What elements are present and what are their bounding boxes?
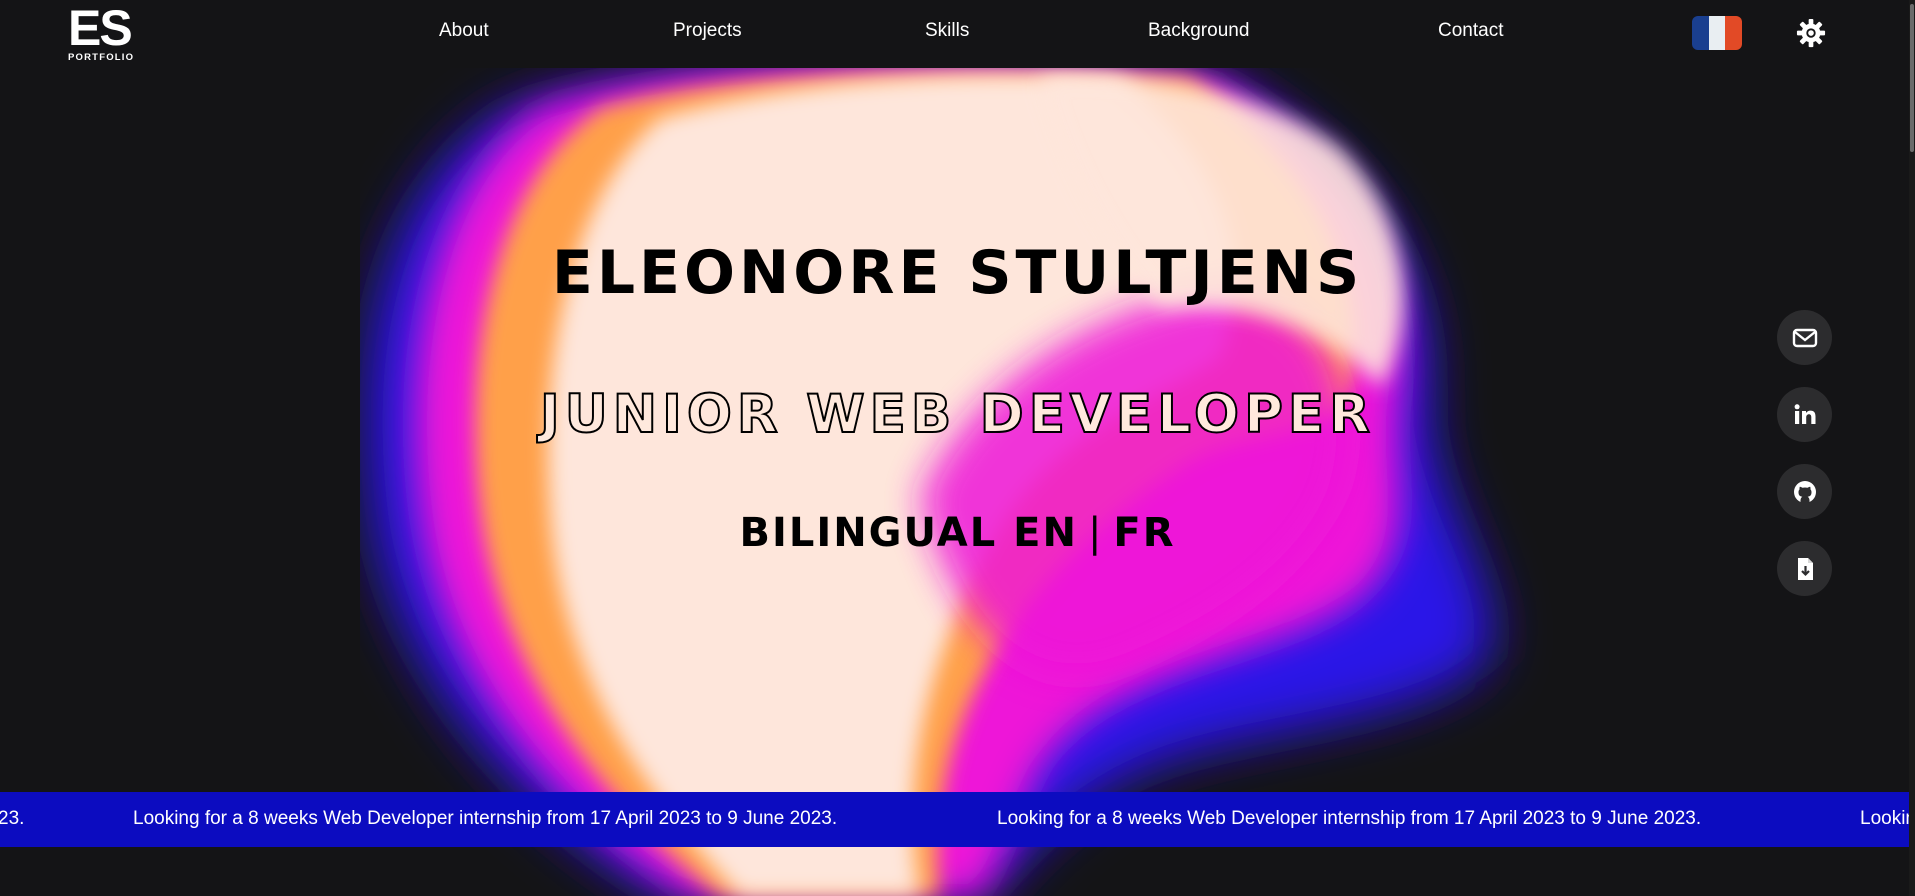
nav-contact[interactable]: Contact <box>1438 20 1503 42</box>
nav-projects[interactable]: Projects <box>673 20 742 42</box>
github-button[interactable] <box>1777 464 1832 519</box>
nav-about[interactable]: About <box>439 20 489 42</box>
scrollbar-thumb[interactable] <box>1910 4 1914 152</box>
banner-text-fragment: 23. <box>0 808 25 829</box>
lang-alt: FR <box>1113 510 1176 556</box>
download-cv-icon <box>1797 557 1813 580</box>
scrollbar[interactable] <box>1909 0 1915 896</box>
internship-banner: 23. Looking for a 8 weeks Web Developer … <box>0 792 1915 847</box>
logo[interactable]: ES PORTFOLIO <box>68 0 138 64</box>
top-navigation: ES PORTFOLIO About Projects Skills Backg… <box>0 0 1915 68</box>
linkedin-icon <box>1794 403 1815 424</box>
download-cv-button[interactable] <box>1777 541 1832 596</box>
email-button[interactable] <box>1777 310 1832 365</box>
banner-text: Looking for a 8 weeks Web Developer inte… <box>997 808 1702 829</box>
theme-toggle-gear-icon[interactable] <box>1796 18 1826 48</box>
nav-background[interactable]: Background <box>1148 20 1249 42</box>
lang-main: BILINGUAL EN <box>739 510 1078 556</box>
mail-icon <box>1792 328 1817 347</box>
linkedin-button[interactable] <box>1777 387 1832 442</box>
flag-stripe-white <box>1708 16 1726 50</box>
hero-role: JUNIOR WEB DEVELOPER <box>539 383 1375 446</box>
hero-gradient-blob <box>365 68 1494 896</box>
logo-mark: ES <box>68 0 133 56</box>
flag-stripe-blue <box>1692 16 1709 50</box>
logo-subtitle: PORTFOLIO <box>68 52 135 63</box>
nav-skills[interactable]: Skills <box>925 20 969 42</box>
github-icon <box>1793 480 1816 503</box>
language-flag-button[interactable] <box>1692 16 1742 50</box>
hero-name: ELEONORE STULTJENS <box>551 238 1364 308</box>
flag-stripe-red <box>1725 16 1742 50</box>
lang-separator: | <box>1087 510 1104 556</box>
hero-languages: BILINGUAL EN | FR <box>0 510 1915 556</box>
banner-text: Looking for a 8 weeks Web Developer inte… <box>133 808 838 829</box>
banner-text-fragment: Looking <box>1860 808 1915 829</box>
